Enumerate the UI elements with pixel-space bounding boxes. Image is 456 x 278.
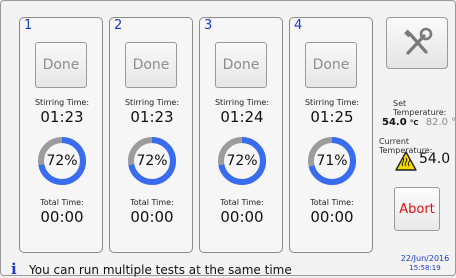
total-time-value: 00:00 xyxy=(130,208,174,226)
progress-percent: 72% xyxy=(136,153,168,169)
status-date: 22/Jun/2016 xyxy=(400,254,450,263)
done-button[interactable]: Done xyxy=(35,42,87,88)
set-temperature-row: 54.0 °C 82.0 °C xyxy=(382,117,456,128)
total-time-label: Total Time: xyxy=(40,198,84,207)
stirring-time-value: 01:25 xyxy=(310,108,354,126)
slot-card-4: 4 Done Stirring Time: 01:25 71% Total Ti… xyxy=(289,17,373,253)
settings-tools-button[interactable] xyxy=(386,17,448,69)
progress-percent: 72% xyxy=(226,153,258,169)
stirring-time-label: Stirring Time: xyxy=(214,98,270,107)
info-icon: i xyxy=(11,260,17,278)
done-button[interactable]: Done xyxy=(125,42,177,88)
slot-number: 3 xyxy=(204,18,213,33)
total-time-value: 00:00 xyxy=(220,208,264,226)
stirring-time-value: 01:23 xyxy=(130,108,174,126)
current-temperature-value: 54.0 xyxy=(419,151,451,167)
slot-card-1: 1 Done Stirring Time: 01:23 72% Total Ti… xyxy=(19,17,103,253)
stirring-time-label: Stirring Time: xyxy=(304,98,360,107)
set-temperature-unit: °C xyxy=(409,119,419,127)
abort-button[interactable]: Abort xyxy=(394,187,440,231)
total-time-value: 00:00 xyxy=(310,208,354,226)
total-time-value: 00:00 xyxy=(40,208,84,226)
set-temperature-value: 54.0 xyxy=(382,117,407,128)
set-temperature-label: Set Temperature: xyxy=(393,99,447,117)
total-time-label: Total Time: xyxy=(130,198,174,207)
done-button[interactable]: Done xyxy=(215,42,267,88)
progress-percent: 71% xyxy=(316,153,348,169)
done-button[interactable]: Done xyxy=(305,42,357,88)
progress-gauge: 71% xyxy=(307,136,357,186)
heat-warning-icon xyxy=(395,151,417,171)
progress-gauge: 72% xyxy=(127,136,177,186)
slot-number: 2 xyxy=(114,18,123,33)
wrench-screwdriver-icon xyxy=(404,27,433,55)
current-temperature-row: 54.0 °C xyxy=(395,149,455,173)
stirring-time-value: 01:23 xyxy=(40,108,84,126)
slot-card-3: 3 Done Stirring Time: 01:24 72% Total Ti… xyxy=(199,17,283,253)
total-time-label: Total Time: xyxy=(220,198,264,207)
slot-number: 4 xyxy=(294,18,303,33)
set-temperature-secondary: 82.0 °C xyxy=(425,117,456,128)
status-time: 15:58:19 xyxy=(409,264,441,272)
stirring-time-value: 01:24 xyxy=(220,108,264,126)
slot-card-2: 2 Done Stirring Time: 01:23 72% Total Ti… xyxy=(109,17,193,253)
progress-gauge: 72% xyxy=(217,136,267,186)
progress-percent: 72% xyxy=(46,153,78,169)
slot-number: 1 xyxy=(24,18,33,33)
status-message: You can run multiple tests at the same t… xyxy=(29,263,292,277)
stirring-time-label: Stirring Time: xyxy=(34,98,90,107)
progress-gauge: 72% xyxy=(37,136,87,186)
total-time-label: Total Time: xyxy=(310,198,354,207)
main-panel: 1 Done Stirring Time: 01:23 72% Total Ti… xyxy=(0,0,456,278)
stirring-time-label: Stirring Time: xyxy=(124,98,180,107)
